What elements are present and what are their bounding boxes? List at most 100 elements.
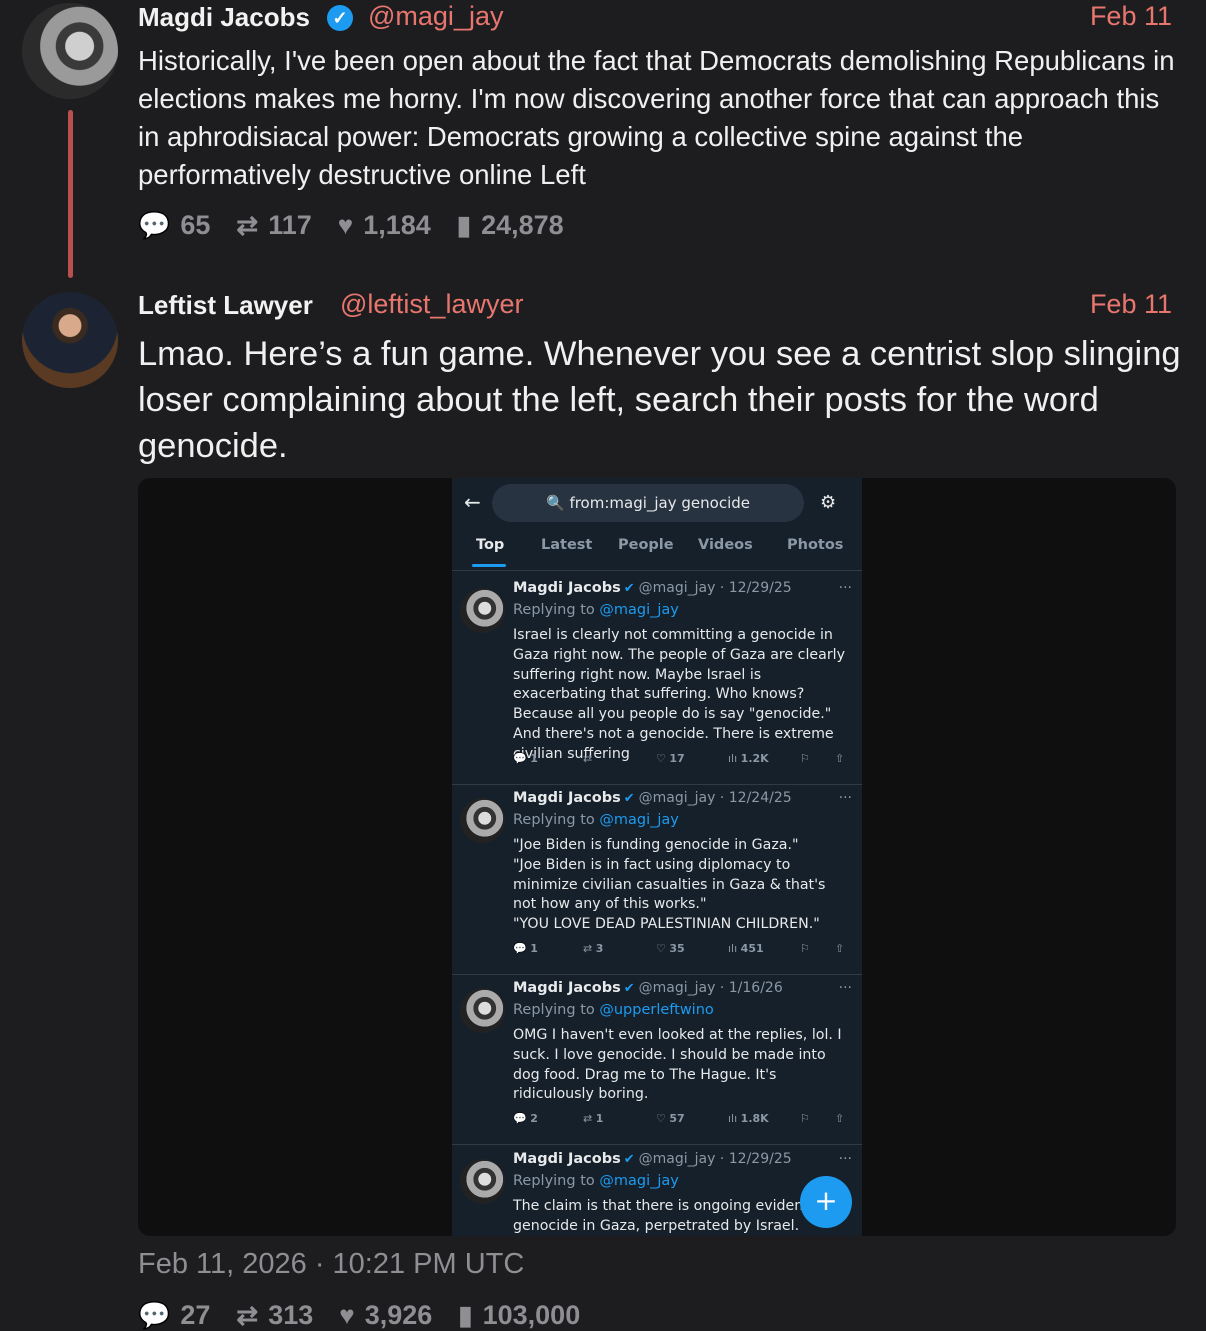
replying-label: Replying to — [513, 1173, 595, 1189]
replying-to: Replying to @magi_jay — [513, 1173, 679, 1189]
avatar[interactable] — [460, 798, 505, 843]
view-count[interactable]: ▮ 24,878 — [457, 210, 564, 241]
retweet-icon: ⇄ — [236, 1300, 259, 1330]
tweet-timestamp[interactable]: Feb 11, 2026 · 10:21 PM UTC — [138, 1248, 524, 1281]
like-count[interactable]: ♥ 1,184 — [338, 210, 431, 241]
tweet-date[interactable]: Feb 11 — [1090, 289, 1172, 320]
author-name[interactable]: Magdi Jacobs — [138, 2, 310, 33]
view-count[interactable]: ▮ 103,000 — [458, 1300, 580, 1331]
post-actions: 💬 1 ⇄ ♡ 17 ılı 1.2K ⚐ ⇧ — [513, 752, 853, 772]
like-count-value: 3,926 — [364, 1300, 433, 1330]
post-author-name: Magdi Jacobs — [513, 790, 621, 806]
avatar[interactable] — [22, 292, 118, 388]
share-icon[interactable]: ⇧ — [835, 942, 844, 955]
heart-icon: ♥ — [339, 1300, 355, 1330]
thread-line — [68, 110, 73, 278]
heart-icon[interactable]: ♡ 57 — [656, 1112, 685, 1125]
heart-icon[interactable]: ♡ 35 — [656, 942, 685, 955]
more-icon[interactable]: ··· — [839, 1151, 852, 1167]
view-count-value: 24,878 — [481, 210, 564, 240]
more-icon[interactable]: ··· — [839, 980, 852, 996]
reply-count[interactable]: 💬 65 — [138, 210, 210, 241]
list-item[interactable]: Magdi Jacobs ✔ @magi_jay · 12/24/25 ··· Re… — [452, 784, 862, 975]
author-handle[interactable]: @magi_jay — [368, 1, 503, 32]
tweet-stats: 💬 65 ⇄ 117 ♥ 1,184 ▮ 24,878 — [138, 210, 590, 241]
post-author: Magdi Jacobs ✔ @magi_jay · 12/24/25 — [513, 790, 792, 806]
author-handle[interactable]: @leftist_lawyer — [340, 289, 523, 320]
back-arrow-icon[interactable]: ← — [464, 490, 481, 514]
replying-to-link[interactable]: @magi_jay — [599, 812, 679, 828]
like-count-value: 1,184 — [363, 210, 431, 240]
reply-count[interactable]: 💬 27 — [138, 1300, 210, 1331]
post-text: The claim is that there is ongoing evide… — [513, 1198, 820, 1234]
tab-top[interactable]: Top — [476, 537, 504, 553]
tweet-stats: 💬 27 ⇄ 313 ♥ 3,926 ▮ 103,000 — [138, 1300, 606, 1331]
tab-photos[interactable]: Photos — [787, 537, 843, 553]
heart-icon[interactable]: ♡ 17 — [656, 752, 685, 765]
views-icon[interactable]: ılı 451 — [728, 942, 764, 955]
tweet-date[interactable]: Feb 11 — [1090, 1, 1172, 32]
embedded-screenshot: ← 🔍 from:magi_jay genocide ⚙ Top Latest … — [452, 478, 862, 1236]
post-author: Magdi Jacobs ✔ @magi_jay · 12/29/25 — [513, 1151, 792, 1167]
post-meta: @magi_jay · 12/24/25 — [638, 790, 792, 806]
reply-count: 1 — [530, 752, 538, 765]
views-icon[interactable]: ılı 1.2K — [728, 752, 769, 765]
replying-to-link[interactable]: @magi_jay — [599, 1173, 679, 1189]
more-icon[interactable]: ··· — [839, 580, 852, 596]
list-item[interactable]: Magdi Jacobs ✔ @magi_jay · 12/29/25 ··· Re… — [452, 1145, 862, 1236]
bookmark-icon[interactable]: ⚐ — [800, 752, 810, 765]
retweet-count-value: 117 — [268, 210, 312, 240]
retweet-icon[interactable]: ⇄ 3 — [583, 942, 603, 955]
like-count: 35 — [669, 942, 685, 955]
compose-button[interactable]: + — [800, 1176, 852, 1228]
view-count: 1.8K — [740, 1112, 769, 1125]
verified-icon: ✔ — [623, 1152, 635, 1167]
retweet-count[interactable]: ⇄ 313 — [236, 1300, 313, 1331]
retweet-icon[interactable]: ⇄ 1 — [583, 1112, 603, 1125]
reply-count-value: 27 — [180, 1300, 211, 1330]
replying-to-link[interactable]: @upperleftwino — [599, 1002, 713, 1018]
more-icon[interactable]: ··· — [839, 790, 852, 806]
reply-icon: 💬 — [138, 210, 171, 240]
tab-people[interactable]: People — [618, 537, 674, 553]
share-icon[interactable]: ⇧ — [835, 1112, 844, 1125]
divider — [452, 570, 862, 571]
replying-to: Replying to @upperleftwino — [513, 1002, 714, 1018]
views-icon: ▮ — [456, 210, 472, 240]
verified-icon: ✓ — [327, 5, 353, 31]
retweet-icon: ⇄ — [236, 210, 259, 240]
search-input[interactable]: 🔍 from:magi_jay genocide — [492, 484, 804, 522]
reply-icon[interactable]: 💬 2 — [513, 1112, 538, 1125]
like-count: 57 — [669, 1112, 685, 1125]
avatar[interactable] — [460, 1159, 505, 1204]
verified-icon: ✔ — [623, 981, 635, 996]
avatar[interactable] — [460, 988, 505, 1033]
retweet-icon[interactable]: ⇄ — [583, 752, 592, 765]
retweet-count[interactable]: ⇄ 117 — [236, 210, 311, 241]
filter-icon[interactable]: ⚙ — [820, 492, 836, 513]
reply-icon[interactable]: 💬 1 — [513, 942, 538, 955]
avatar[interactable] — [460, 588, 505, 633]
tab-videos[interactable]: Videos — [698, 537, 753, 553]
retweet-count-value: 313 — [268, 1300, 314, 1330]
share-icon[interactable]: ⇧ — [835, 752, 844, 765]
view-count-value: 103,000 — [482, 1300, 581, 1330]
bookmark-icon[interactable]: ⚐ — [800, 942, 810, 955]
post-author-name: Magdi Jacobs — [513, 580, 621, 596]
reply-icon[interactable]: 💬 1 — [513, 752, 538, 765]
avatar[interactable] — [22, 3, 118, 99]
replying-to-link[interactable]: @magi_jay — [599, 602, 679, 618]
list-item[interactable]: Magdi Jacobs ✔ @magi_jay · 12/29/25 ··· Re… — [452, 574, 862, 785]
replying-label: Replying to — [513, 812, 595, 828]
list-item[interactable]: Magdi Jacobs ✔ @magi_jay · 1/16/26 ··· Rep… — [452, 974, 862, 1145]
post-actions: 💬 2 ⇄ 1 ♡ 57 ılı 1.8K ⚐ ⇧ — [513, 1112, 853, 1132]
tab-latest[interactable]: Latest — [541, 537, 592, 553]
like-count[interactable]: ♥ 3,926 — [339, 1300, 432, 1331]
author-name[interactable]: Leftist Lawyer — [138, 290, 313, 321]
reply-count: 2 — [530, 1112, 538, 1125]
views-icon[interactable]: ılı 1.8K — [728, 1112, 769, 1125]
post-text: Israel is clearly not committing a genoc… — [513, 627, 845, 762]
bookmark-icon[interactable]: ⚐ — [800, 1112, 810, 1125]
tweet-text: Historically, I've been open about the f… — [138, 45, 1175, 190]
verified-icon: ✔ — [623, 581, 635, 596]
